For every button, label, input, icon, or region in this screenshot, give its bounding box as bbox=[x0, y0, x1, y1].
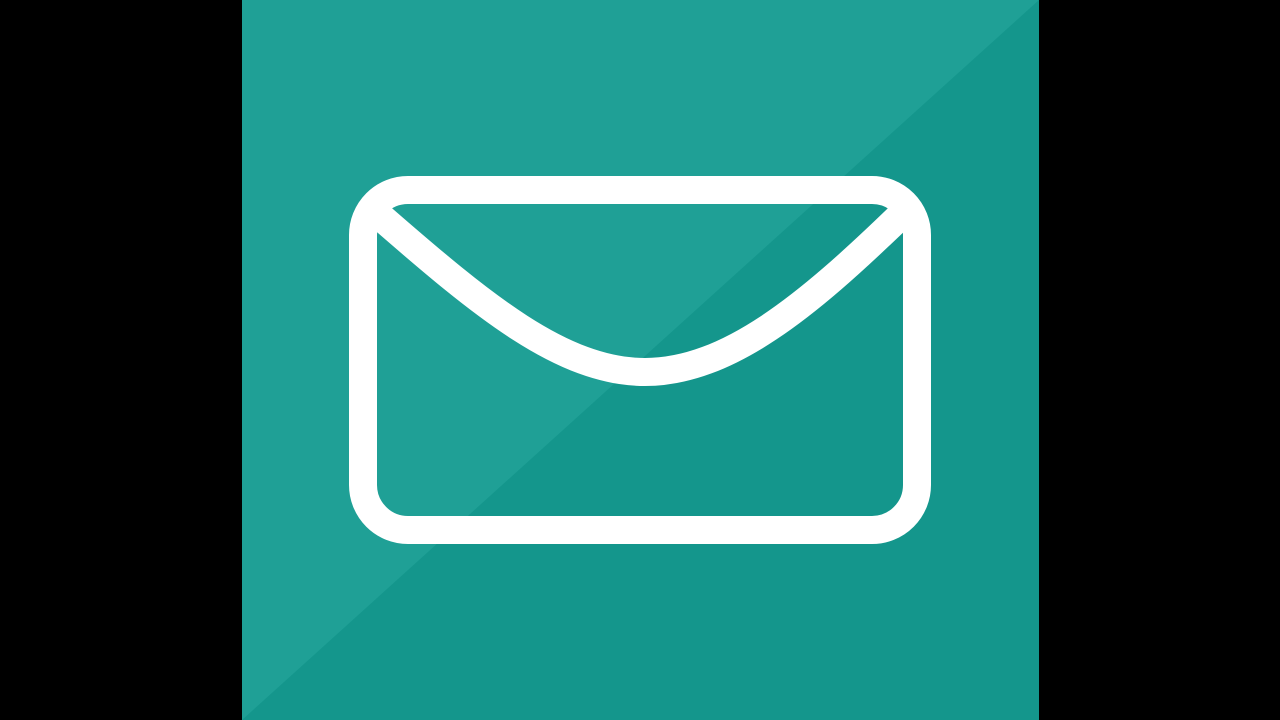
video-frame bbox=[0, 0, 1280, 720]
tile-graphic bbox=[242, 0, 1039, 720]
mail-app-tile bbox=[242, 0, 1039, 720]
